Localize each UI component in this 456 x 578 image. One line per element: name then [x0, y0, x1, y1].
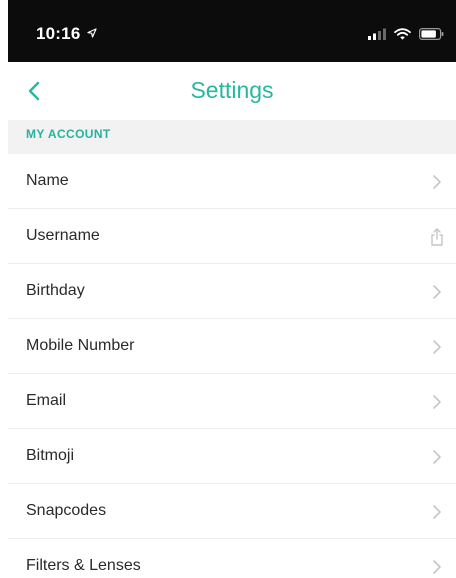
row-label: Email [26, 392, 67, 409]
row-label: Username [26, 227, 100, 244]
chevron-right-icon [433, 285, 441, 299]
settings-row-filters-lenses[interactable]: Filters & Lenses [8, 539, 456, 578]
settings-sheet: Settings MY ACCOUNT Name Username Birthd… [8, 62, 456, 578]
row-label: Name [26, 172, 69, 189]
signal-icon [368, 28, 386, 40]
row-label: Snapcodes [26, 502, 107, 519]
section-header-my-account: MY ACCOUNT [8, 120, 456, 154]
chevron-right-icon [433, 450, 441, 464]
status-time-text: 10:16 [36, 24, 81, 43]
settings-row-snapcodes[interactable]: Snapcodes [8, 484, 456, 539]
status-time: 10:16 [36, 24, 98, 44]
location-arrow-icon [87, 28, 98, 38]
settings-row-mobile-number[interactable]: Mobile Number [8, 319, 456, 374]
row-label: Filters & Lenses [26, 557, 141, 574]
status-icons [368, 28, 444, 40]
nav-bar: Settings [8, 62, 456, 120]
row-label: Bitmoji [26, 447, 75, 464]
account-settings-list: Name Username Birthday Mobile Number Ema… [8, 154, 456, 578]
chevron-right-icon [433, 340, 441, 354]
chevron-right-icon [433, 175, 441, 189]
share-icon[interactable] [430, 228, 444, 246]
row-label: Birthday [26, 282, 85, 299]
settings-row-bitmoji[interactable]: Bitmoji [8, 429, 456, 484]
status-bar: 10:16 [8, 0, 456, 62]
settings-row-email[interactable]: Email [8, 374, 456, 429]
settings-row-name[interactable]: Name [8, 154, 456, 209]
settings-row-birthday[interactable]: Birthday [8, 264, 456, 319]
wifi-icon [394, 28, 411, 40]
battery-icon [419, 28, 444, 40]
row-label: Mobile Number [26, 337, 135, 354]
chevron-right-icon [433, 395, 441, 409]
settings-row-username[interactable]: Username [8, 209, 456, 264]
section-title: MY ACCOUNT [26, 127, 111, 141]
chevron-right-icon [433, 560, 441, 574]
chevron-right-icon [433, 505, 441, 519]
page-title: Settings [190, 77, 274, 103]
